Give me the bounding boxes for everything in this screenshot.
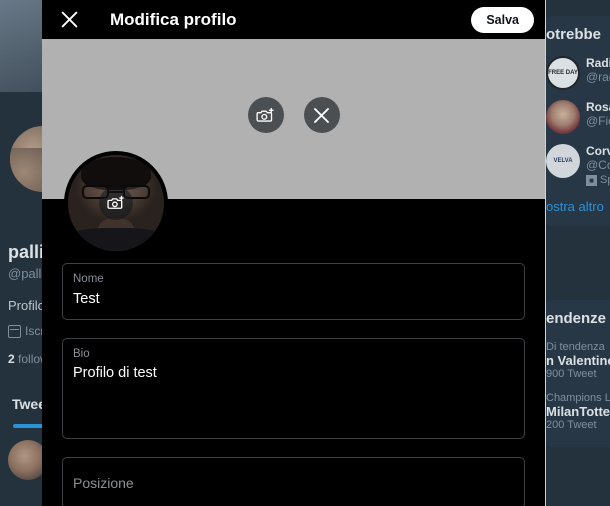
- dialog-header: Modifica profilo Salva: [42, 0, 545, 39]
- camera-add-icon[interactable]: [99, 186, 133, 220]
- edit-profile-dialog: Modifica profilo Salva Nome Test Bio Pro…: [42, 0, 545, 506]
- bio-field-value: Profilo di test: [73, 365, 157, 382]
- banner-actions: [42, 97, 545, 133]
- save-button[interactable]: Salva: [471, 6, 534, 33]
- profile-form: Nome Test Bio Profilo di test Posizione: [42, 263, 545, 506]
- location-field-placeholder: Posizione: [73, 474, 134, 491]
- name-field-label: Nome: [73, 273, 104, 285]
- name-field[interactable]: Nome Test: [62, 263, 525, 320]
- avatar-row: [42, 151, 545, 263]
- bio-field[interactable]: Bio Profilo di test: [62, 337, 525, 439]
- camera-add-icon[interactable]: [247, 97, 284, 133]
- bio-field-label: Bio: [73, 347, 90, 360]
- name-field-value: Test: [73, 290, 100, 307]
- avatar: [64, 151, 168, 255]
- screen: pallin @pallin Profilo d Iscri 2 follow …: [0, 0, 610, 506]
- close-icon[interactable]: [56, 7, 82, 33]
- location-field[interactable]: Posizione: [62, 456, 525, 506]
- close-icon[interactable]: [303, 97, 340, 133]
- avatar-torso: [68, 227, 164, 251]
- dialog-title: Modifica profilo: [110, 9, 237, 29]
